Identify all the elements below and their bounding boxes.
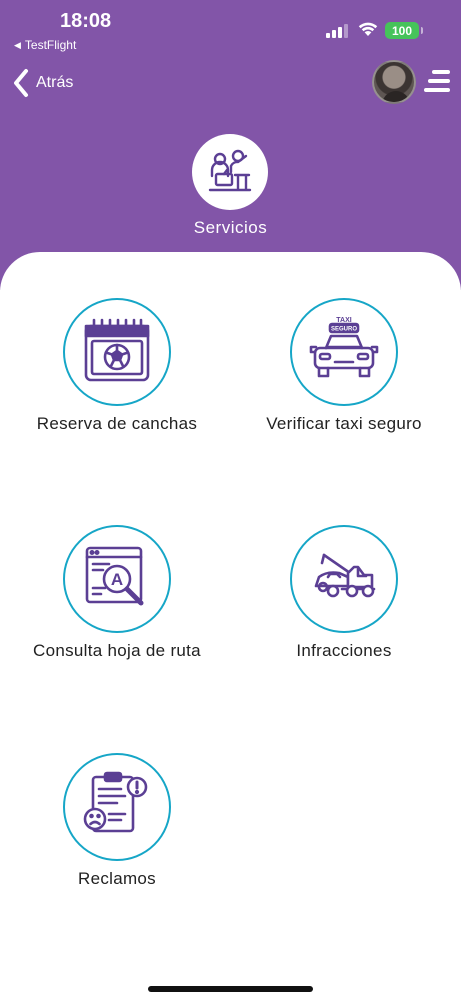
- service-label: Reclamos: [78, 869, 156, 888]
- battery-level: 100: [391, 23, 413, 38]
- avatar[interactable]: [372, 60, 416, 104]
- battery-icon: 100: [385, 22, 423, 39]
- header-banner: 18:08 ◀ TestFlight 100 Atrás Servicios: [0, 0, 461, 290]
- services-people-icon: [192, 134, 268, 210]
- service-consulta-hoja-ruta[interactable]: A Consulta hoja de ruta: [2, 525, 232, 661]
- back-triangle-icon: ◀: [14, 39, 21, 50]
- testflight-label: TestFlight: [24, 38, 77, 52]
- avatar-silhouette: [382, 91, 410, 102]
- service-circle: A: [63, 525, 171, 633]
- testflight-back-link[interactable]: ◀ TestFlight: [14, 38, 76, 52]
- page-title: Servicios: [193, 218, 268, 237]
- complaint-document-icon: [83, 771, 148, 833]
- service-circle: TAXI SEGURO: [290, 298, 398, 406]
- service-circle: [63, 298, 171, 406]
- service-circle: [290, 525, 398, 633]
- wifi-icon: [358, 22, 378, 36]
- hamburger-menu-icon[interactable]: [424, 70, 452, 94]
- service-label: Infracciones: [296, 641, 392, 660]
- service-circle: [63, 753, 171, 861]
- service-verificar-taxi[interactable]: TAXI SEGURO Verificar taxi seguro: [229, 298, 459, 434]
- route-letter: A: [111, 570, 123, 589]
- status-time: 18:08: [60, 10, 112, 32]
- service-label: Consulta hoja de ruta: [33, 641, 201, 660]
- route-sheet-search-icon: A: [85, 546, 144, 606]
- chevron-left-icon: [14, 69, 28, 97]
- home-indicator[interactable]: [148, 986, 313, 992]
- service-label: Reserva de canchas: [36, 414, 198, 433]
- back-button[interactable]: Atrás: [12, 66, 73, 100]
- tow-truck-icon: [314, 553, 376, 598]
- back-label: Atrás: [36, 74, 74, 91]
- service-reserva-canchas[interactable]: Reserva de canchas: [2, 298, 232, 434]
- status-bar: 18:08 ◀ TestFlight 100: [0, 0, 461, 56]
- service-label: Verificar taxi seguro: [266, 414, 422, 433]
- service-infracciones[interactable]: Infracciones: [229, 525, 459, 661]
- taxi-seguro-icon: TAXI SEGURO: [309, 317, 379, 378]
- signal-icon: [326, 24, 348, 38]
- calendar-soccer-ball-icon: [84, 318, 150, 382]
- taxi-sign-bottom: SEGURO: [331, 327, 357, 333]
- service-reclamos[interactable]: Reclamos: [2, 753, 232, 889]
